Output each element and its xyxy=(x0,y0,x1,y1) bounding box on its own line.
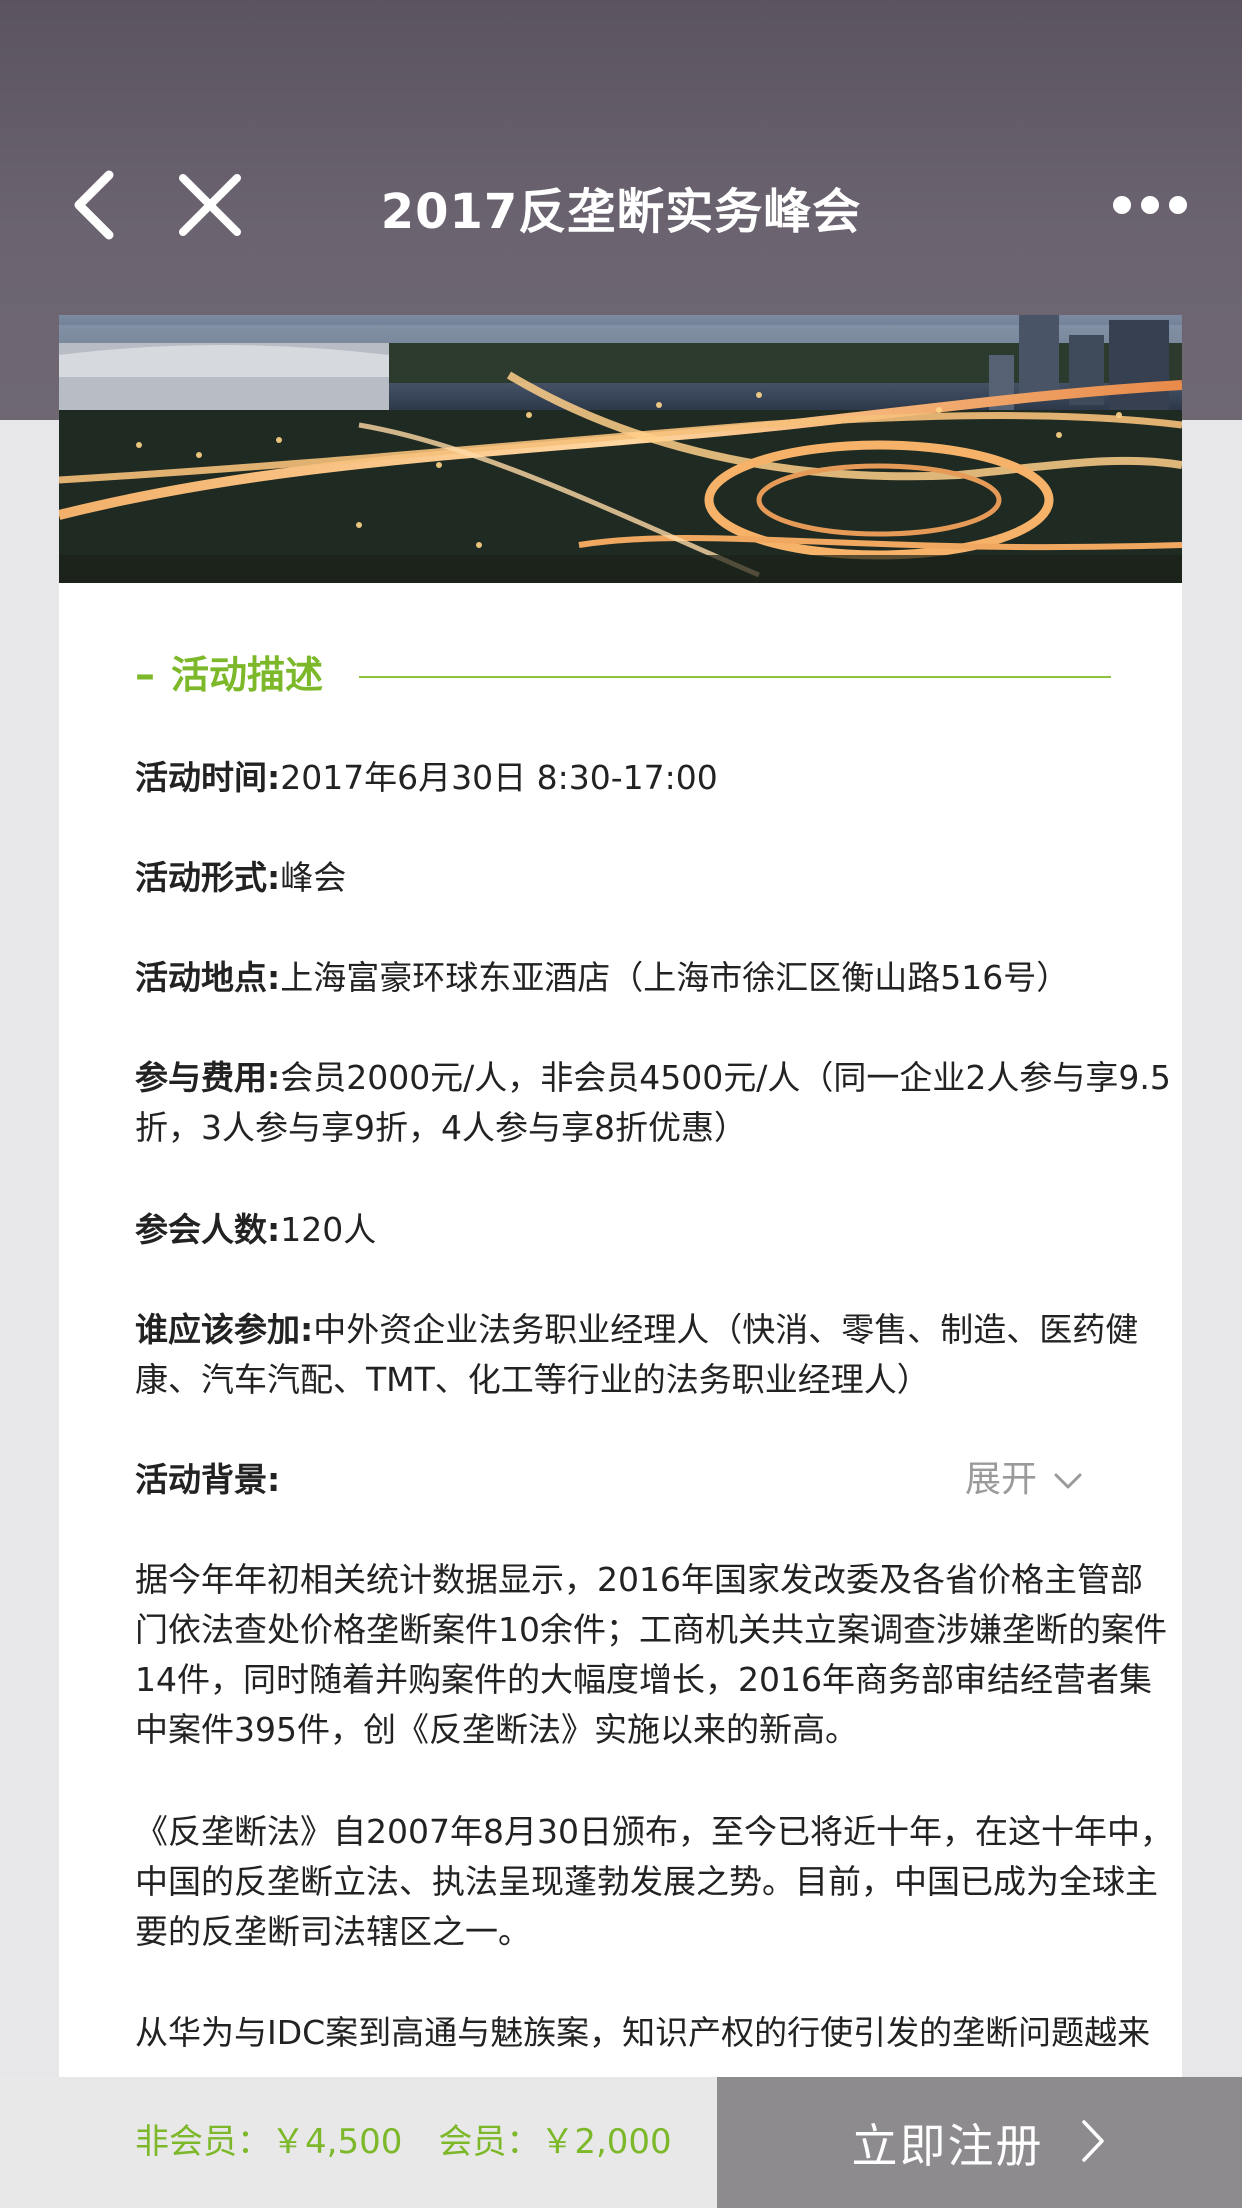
detail-row-audience: 谁应该参加:中外资企业法务职业经理人（快消、零售、制造、医药健康、汽车汽配、TM… xyxy=(135,1305,1175,1405)
close-icon xyxy=(179,174,241,236)
detail-value: 峰会 xyxy=(280,858,347,897)
event-card: – 活动描述 活动时间:2017年6月30日 8:30-17:00 活动形式:峰… xyxy=(59,315,1182,2077)
detail-key: 活动形式: xyxy=(135,858,281,897)
detail-key: 谁应该参加: xyxy=(135,1310,314,1349)
detail-value: 2017年6月30日 8:30-17:00 xyxy=(280,758,718,797)
chevron-left-icon xyxy=(74,170,114,240)
more-dots-icon xyxy=(1113,196,1187,214)
detail-key: 活动时间: xyxy=(135,758,281,797)
detail-row-time: 活动时间:2017年6月30日 8:30-17:00 xyxy=(135,753,1175,803)
section-dash: – xyxy=(135,652,155,698)
detail-key: 参会人数: xyxy=(135,1210,281,1249)
chevron-right-icon xyxy=(1078,2118,1108,2168)
detail-row-attendees: 参会人数:120人 xyxy=(135,1205,1175,1255)
detail-key: 参与费用: xyxy=(135,1058,281,1097)
back-button[interactable] xyxy=(50,160,140,250)
detail-row-background: 活动背景: xyxy=(135,1455,735,1505)
member-price: 会员：￥2,000 xyxy=(438,2122,672,2162)
expand-label: 展开 xyxy=(965,1459,1038,1500)
detail-value: 会员2000元/人，非会员4500元/人（同一企业2人参与享9.5折，3人参与享… xyxy=(135,1058,1171,1147)
section-title: 活动描述 xyxy=(171,653,324,697)
background-paragraph: 据今年年初相关统计数据显示，2016年国家发改委及各省价格主管部门依法查处价格垄… xyxy=(135,1560,1167,1749)
more-button[interactable] xyxy=(1100,160,1200,250)
close-button[interactable] xyxy=(165,160,255,250)
expand-toggle[interactable]: 展开 xyxy=(965,1455,1083,1505)
page-title: 2017反垄断实务峰会 xyxy=(380,184,862,240)
non-member-price: 非会员：￥4,500 xyxy=(135,2122,403,2162)
chevron-down-icon xyxy=(1053,1455,1083,1505)
detail-row-format: 活动形式:峰会 xyxy=(135,853,1175,903)
detail-value: 120人 xyxy=(280,1210,377,1249)
bottom-action-bar: 非会员：￥4,500 会员：￥2,000 立即注册 xyxy=(0,2077,1242,2208)
background-paragraph: 《反垄断法》自2007年8月30日颁布，至今已将近十年，在这十年中，中国的反垄断… xyxy=(135,1812,1173,1951)
price-summary: 非会员：￥4,500 会员：￥2,000 xyxy=(135,2117,708,2167)
detail-row-fee: 参与费用:会员2000元/人，非会员4500元/人（同一企业2人参与享9.5折，… xyxy=(135,1053,1175,1153)
section-divider xyxy=(359,676,1111,678)
register-label: 立即注册 xyxy=(851,2118,1044,2173)
background-paragraph: 从华为与IDC案到高通与魅族案，知识产权的行使引发的垄断问题越来 xyxy=(135,2013,1151,2052)
register-button[interactable]: 立即注册 xyxy=(717,2077,1242,2208)
event-banner-image xyxy=(59,315,1182,583)
top-navigation-bar: 2017反垄断实务峰会 xyxy=(0,150,1242,260)
detail-key: 活动地点: xyxy=(135,958,281,997)
section-header-description: – 活动描述 xyxy=(135,645,1111,705)
detail-key: 活动背景: xyxy=(135,1460,281,1499)
detail-row-location: 活动地点:上海富豪环球东亚酒店（上海市徐汇区衡山路516号） xyxy=(135,953,1175,1003)
detail-value: 上海富豪环球东亚酒店（上海市徐汇区衡山路516号） xyxy=(280,958,1070,997)
